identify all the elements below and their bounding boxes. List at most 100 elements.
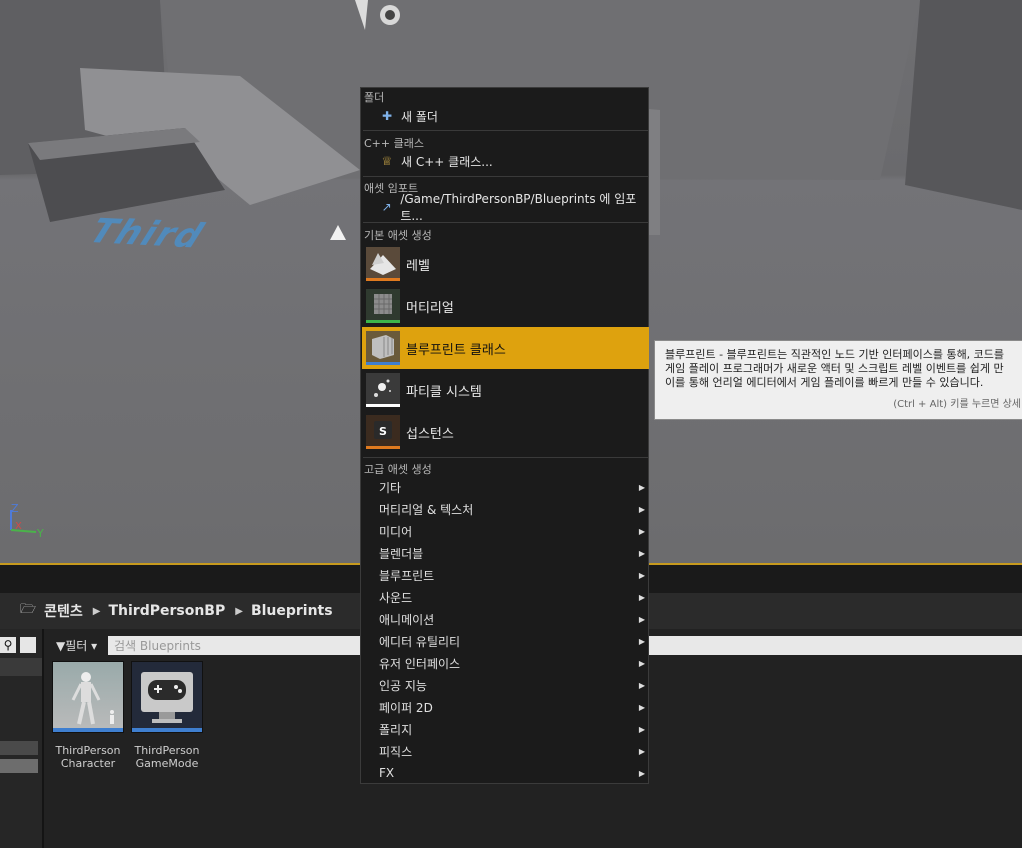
adv-ai-menu-item[interactable]: 인공 지능 ▶ [379,674,647,696]
adv-sounds-menu-item[interactable]: 사운드 ▶ [379,586,647,608]
blueprint-class-icon [366,331,400,365]
adv-item-label: 폴리지 [379,722,413,737]
import-label: /Game/ThirdPersonBP/Blueprints 에 임포트... [400,192,637,223]
submenu-arrow-icon: ▶ [638,680,645,690]
character-mannequin-icon [52,661,124,733]
new-cpp-class-menu-item[interactable]: ♕ 새 C++ 클래스... [379,151,493,171]
new-folder-menu-item[interactable]: ✚ 새 폴더 [379,106,438,126]
submenu-arrow-icon: ▶ [638,746,645,756]
submenu-arrow-icon: ▶ [638,636,645,646]
particle-system-label: 파티클 시스템 [406,384,482,400]
substance-icon: S [366,415,400,449]
adv-item-label: 사운드 [379,590,413,605]
folder-open-icon: 🗁 [20,602,37,617]
new-cpp-class-label: 새 C++ 클래스... [401,154,493,169]
adv-misc-menu-item[interactable]: 기타 ▶ [379,476,647,498]
material-icon [366,289,400,323]
adv-item-label: 블렌더블 [379,546,424,561]
tooltip-line: 이를 통해 언리얼 에디터에서 게임 플레이를 빠르게 만들 수 있습니다. [665,376,984,389]
create-material-menu-item[interactable]: 머티리얼 [362,285,649,327]
adv-item-label: 기타 [379,480,402,495]
adv-item-label: 미디어 [379,524,413,539]
asset-name-line1: ThirdPerson [55,744,121,757]
breadcrumb-blueprints[interactable]: Blueprints [251,603,333,619]
filter-label: 필터 [65,638,88,653]
adv-paper2d-menu-item[interactable]: 페이퍼 2D ▶ [379,696,647,718]
tooltip-hint: (Ctrl + Alt) 키를 누르면 상세 [893,399,1021,410]
asset-name-line1: ThirdPerson [134,744,200,757]
section-header-basic: 기본 애셋 생성 [364,229,432,242]
submenu-arrow-icon: ▶ [638,768,645,778]
adv-item-label: 머티리얼 & 텍스처 [379,502,474,517]
adv-animation-menu-item[interactable]: 애니메이션 ▶ [379,608,647,630]
submenu-arrow-icon: ▶ [638,526,645,536]
submenu-arrow-icon: ▶ [638,614,645,624]
folder-tree-row[interactable] [0,658,42,676]
axis-y-label: Y [37,527,44,540]
tooltip-line: 게임 플레이 프로그래머가 새로운 액터 및 스크립트 레벨 이벤트를 쉽게 만 [665,362,1004,375]
submenu-arrow-icon: ▶ [638,658,645,668]
asset-name: ThirdPerson Character [52,744,124,770]
adv-item-label: FX [379,766,395,780]
submenu-arrow-icon: ▶ [638,570,645,580]
svg-text:S: S [379,425,387,438]
create-particle-system-menu-item[interactable]: 파티클 시스템 [362,369,649,411]
asset-tile-gamemode[interactable]: ThirdPerson GameMode [131,661,203,770]
breadcrumb-thirdpersonbp[interactable]: ThirdPersonBP [108,603,225,619]
adv-blendables-menu-item[interactable]: 블렌더블 ▶ [379,542,647,564]
submenu-arrow-icon: ▶ [638,592,645,602]
adv-user-interface-menu-item[interactable]: 유저 인터페이스 ▶ [379,652,647,674]
menu-separator [363,176,648,177]
substance-label: 섭스턴스 [406,426,454,442]
import-icon: ↗ [381,200,392,214]
adv-foliage-menu-item[interactable]: 폴리지 ▶ [379,718,647,740]
adv-item-label: 피직스 [379,744,413,759]
breadcrumb-content[interactable]: 콘텐츠 [44,601,83,621]
adv-item-label: 애니메이션 [379,612,435,627]
menu-separator [363,130,648,131]
asset-name-line2: GameMode [135,757,199,770]
folder-tree-row-selected[interactable] [0,759,38,773]
level-icon [366,247,400,281]
asset-tile-character[interactable]: ThirdPerson Character [52,661,124,770]
level-label: 레벨 [406,258,430,274]
section-header-cpp: C++ 클래스 [364,137,424,150]
view-options-icon[interactable] [20,637,36,653]
adv-materials-textures-menu-item[interactable]: 머티리얼 & 텍스처 ▶ [379,498,647,520]
breadcrumb-arrow-icon[interactable]: ▶ [235,606,243,617]
menu-separator [363,222,648,223]
adv-item-label: 페이퍼 2D [379,700,433,715]
blueprint-class-label: 블루프린트 클래스 [406,342,506,358]
adv-media-menu-item[interactable]: 미디어 ▶ [379,520,647,542]
section-header-advanced: 고급 애셋 생성 [364,463,432,476]
particle-system-icon [366,373,400,407]
adv-editor-utilities-menu-item[interactable]: 에디터 유틸리티 ▶ [379,630,647,652]
asset-name: ThirdPerson GameMode [131,744,203,770]
axis-z-label: Z [11,502,19,515]
tooltip-line: 블루프린트 - 블루프린트는 직관적인 노드 기반 인터페이스를 통해, 코드를 [665,348,1005,361]
breadcrumb-arrow-icon[interactable]: ▶ [93,606,101,617]
submenu-arrow-icon: ▶ [638,482,645,492]
adv-fx-menu-item[interactable]: FX ▶ [379,762,647,784]
create-substance-menu-item[interactable]: S 섭스턴스 [362,411,649,453]
folder-tree-panel: ⚲ [0,629,44,848]
gamepad-icon [131,661,203,733]
new-folder-label: 새 폴더 [401,109,438,124]
axis-x-label: X [15,521,22,532]
submenu-arrow-icon: ▶ [638,548,645,558]
adv-physics-menu-item[interactable]: 피직스 ▶ [379,740,647,762]
submenu-arrow-icon: ▶ [638,504,645,514]
filter-button[interactable]: ▼필터 ▾ [52,637,101,654]
create-level-menu-item[interactable]: 레벨 [362,243,649,285]
adv-item-label: 유저 인터페이스 [379,656,461,671]
folder-tree-row[interactable] [0,741,38,755]
adv-blueprints-menu-item[interactable]: 블루프린트 ▶ [379,564,647,586]
adv-item-label: 인공 지능 [379,678,427,693]
search-icon[interactable]: ⚲ [0,637,16,653]
adv-item-label: 블루프린트 [379,568,435,583]
submenu-arrow-icon: ▶ [638,702,645,712]
import-menu-item[interactable]: ↗ /Game/ThirdPersonBP/Blueprints 에 임포트..… [379,192,648,223]
create-blueprint-class-menu-item[interactable]: 블루프린트 클래스 [362,327,649,369]
menu-separator [363,457,648,458]
filter-bar: ▼필터 ▾ [52,635,101,655]
